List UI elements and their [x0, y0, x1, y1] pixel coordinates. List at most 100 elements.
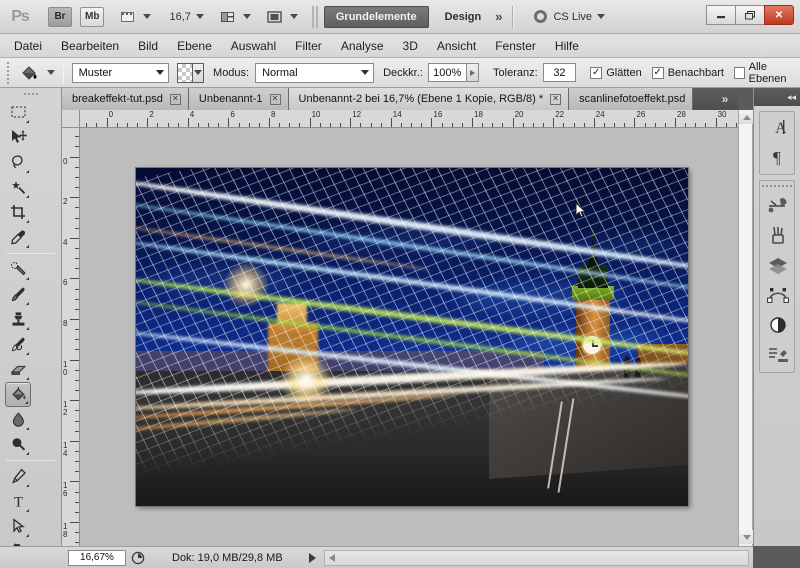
dock-collapse-button[interactable]: ◂◂ [754, 88, 800, 106]
arrange-documents-group[interactable] [218, 8, 251, 26]
opacity-input[interactable]: 100% [427, 63, 467, 82]
antialias-checkbox[interactable]: ✓ [590, 66, 603, 79]
pattern-swatch-picker[interactable] [177, 62, 205, 83]
tab-close-icon[interactable]: ✕ [269, 93, 281, 105]
launch-mini-bridge-button[interactable]: Mb [80, 6, 105, 27]
cs-live-chevron-down-icon[interactable] [597, 14, 606, 19]
ruler-tick-label: 16 [63, 481, 68, 499]
menu-analyse[interactable]: Analyse [341, 39, 384, 53]
minimize-button[interactable] [706, 5, 736, 25]
workspace-overflow-icon[interactable]: » [495, 9, 502, 24]
document-tab-scanlinefotoeffekt[interactable]: scanlinefotoeffekt.psd [569, 88, 694, 110]
scroll-up-button[interactable] [739, 110, 754, 124]
menu-bild[interactable]: Bild [138, 39, 158, 53]
document-canvas[interactable] [136, 168, 688, 506]
tools-panel-gripper[interactable] [0, 88, 61, 100]
contiguous-checkbox[interactable]: ✓ [651, 66, 664, 79]
ruler-origin-corner[interactable] [62, 110, 80, 128]
blend-mode-select[interactable]: Normal [255, 62, 375, 83]
contiguous-checkbox-group[interactable]: ✓ Benachbart [651, 66, 724, 79]
tab-overflow-icon[interactable]: » [712, 88, 738, 110]
workspace-grundelemente-button[interactable]: Grundelemente [323, 5, 429, 28]
tool-eraser[interactable] [5, 357, 31, 382]
menu-bearbeiten[interactable]: Bearbeiten [61, 39, 119, 53]
ruler-minor-tick [75, 501, 79, 503]
menu-fenster[interactable]: Fenster [495, 39, 536, 53]
arrange-documents-icon[interactable] [218, 8, 238, 26]
canvas-workspace[interactable] [80, 128, 738, 546]
options-bar-gripper[interactable] [6, 61, 13, 84]
menu-hilfe[interactable]: Hilfe [555, 39, 579, 53]
tool-lasso[interactable] [5, 150, 31, 175]
menu-ansicht[interactable]: Ansicht [437, 39, 476, 53]
alllayers-checkbox[interactable] [733, 66, 745, 79]
scrollbar-track[interactable] [739, 124, 752, 530]
cs-live-button[interactable]: CS Live [534, 10, 606, 23]
restore-button[interactable] [735, 5, 765, 25]
screen-mode-group[interactable] [265, 8, 298, 26]
alllayers-checkbox-group[interactable]: Alle Ebenen [733, 61, 800, 85]
tool-path-selection[interactable] [5, 514, 31, 539]
document-tab-unbenannt-1[interactable]: Unbenannt-1 ✕ [188, 88, 289, 110]
tool-horizontal-type[interactable]: T [5, 489, 31, 514]
screen-mode-icon[interactable] [265, 8, 285, 26]
view-extras-chevron-down-icon[interactable] [143, 14, 152, 19]
status-scroll-left-icon[interactable] [328, 553, 335, 562]
panel-group-gripper[interactable] [760, 181, 794, 190]
tool-eyedropper[interactable] [5, 225, 31, 250]
layer-comps-panel-icon[interactable] [760, 250, 795, 280]
tool-rectangular-marquee[interactable] [5, 100, 31, 125]
tool-move[interactable] [5, 125, 31, 150]
tool-brush[interactable] [5, 282, 31, 307]
menu-ebene[interactable]: Ebene [177, 39, 212, 53]
close-button[interactable]: ✕ [764, 5, 794, 25]
brush-presets-panel-icon[interactable] [760, 220, 795, 250]
zoom-level-input[interactable]: 16,67% [68, 549, 126, 566]
vertical-ruler[interactable]: 2024681012141618 [62, 128, 80, 546]
tool-magic-wand[interactable] [5, 175, 31, 200]
tool-blur[interactable] [5, 407, 31, 432]
tool-clone-stamp[interactable] [5, 307, 31, 332]
ruler-tick-label: 8 [63, 319, 68, 328]
paint-bucket-icon[interactable] [17, 61, 42, 85]
character-panel-icon[interactable]: A [760, 112, 795, 142]
tab-close-icon[interactable]: ✕ [169, 93, 181, 105]
tool-paint-bucket[interactable] [5, 382, 31, 407]
tolerance-input[interactable]: 32 [542, 63, 577, 82]
menu-3d[interactable]: 3D [403, 39, 418, 53]
tab-close-icon[interactable]: ✕ [550, 93, 562, 105]
tool-presets-panel-icon[interactable] [760, 190, 795, 220]
antialias-checkbox-group[interactable]: ✓ Glätten [590, 66, 642, 79]
tool-history-brush[interactable] [5, 332, 31, 357]
screen-mode-chevron-down-icon[interactable] [289, 14, 298, 19]
view-extras-icon[interactable] [118, 8, 138, 26]
view-extras-group[interactable] [118, 8, 152, 26]
workspace-design-button[interactable]: Design [445, 11, 482, 23]
canvas-vertical-scrollbar[interactable] [738, 110, 754, 546]
arrange-chevron-down-icon[interactable] [242, 14, 251, 19]
status-menu-arrow-icon[interactable] [308, 552, 316, 563]
zoom-chevron-down-icon[interactable] [195, 14, 204, 19]
menu-filter[interactable]: Filter [295, 39, 322, 53]
paths-panel-icon[interactable] [760, 280, 795, 310]
launch-bridge-button[interactable]: Br [48, 6, 72, 27]
paint-bucket-chevron-down-icon[interactable] [46, 70, 55, 75]
tool-dodge[interactable] [5, 432, 31, 457]
opacity-slider-arrow-icon[interactable] [466, 63, 480, 82]
document-tab-breakeffekt[interactable]: breakeffekt-tut.psd ✕ [62, 88, 189, 110]
fill-source-select[interactable]: Muster [71, 62, 170, 83]
document-tab-unbenannt-2[interactable]: Unbenannt-2 bei 16,7% (Ebene 1 Kopie, RG… [288, 88, 570, 110]
tool-spot-healing-brush[interactable] [5, 257, 31, 282]
horizontal-ruler[interactable]: 2024681012141618202224262830 [80, 110, 738, 128]
actions-panel-icon[interactable] [760, 340, 795, 370]
tool-pen[interactable] [5, 464, 31, 489]
ruler-minor-tick [75, 136, 79, 138]
scroll-down-button[interactable] [739, 530, 754, 544]
adjustments-panel-icon[interactable] [760, 310, 795, 340]
menu-auswahl[interactable]: Auswahl [231, 39, 276, 53]
pattern-chevron-down-icon[interactable] [192, 63, 204, 82]
menu-datei[interactable]: Datei [14, 39, 42, 53]
paragraph-panel-icon[interactable]: ¶ [760, 142, 795, 172]
tool-crop[interactable] [5, 200, 31, 225]
proof-preview-icon[interactable] [126, 551, 150, 565]
